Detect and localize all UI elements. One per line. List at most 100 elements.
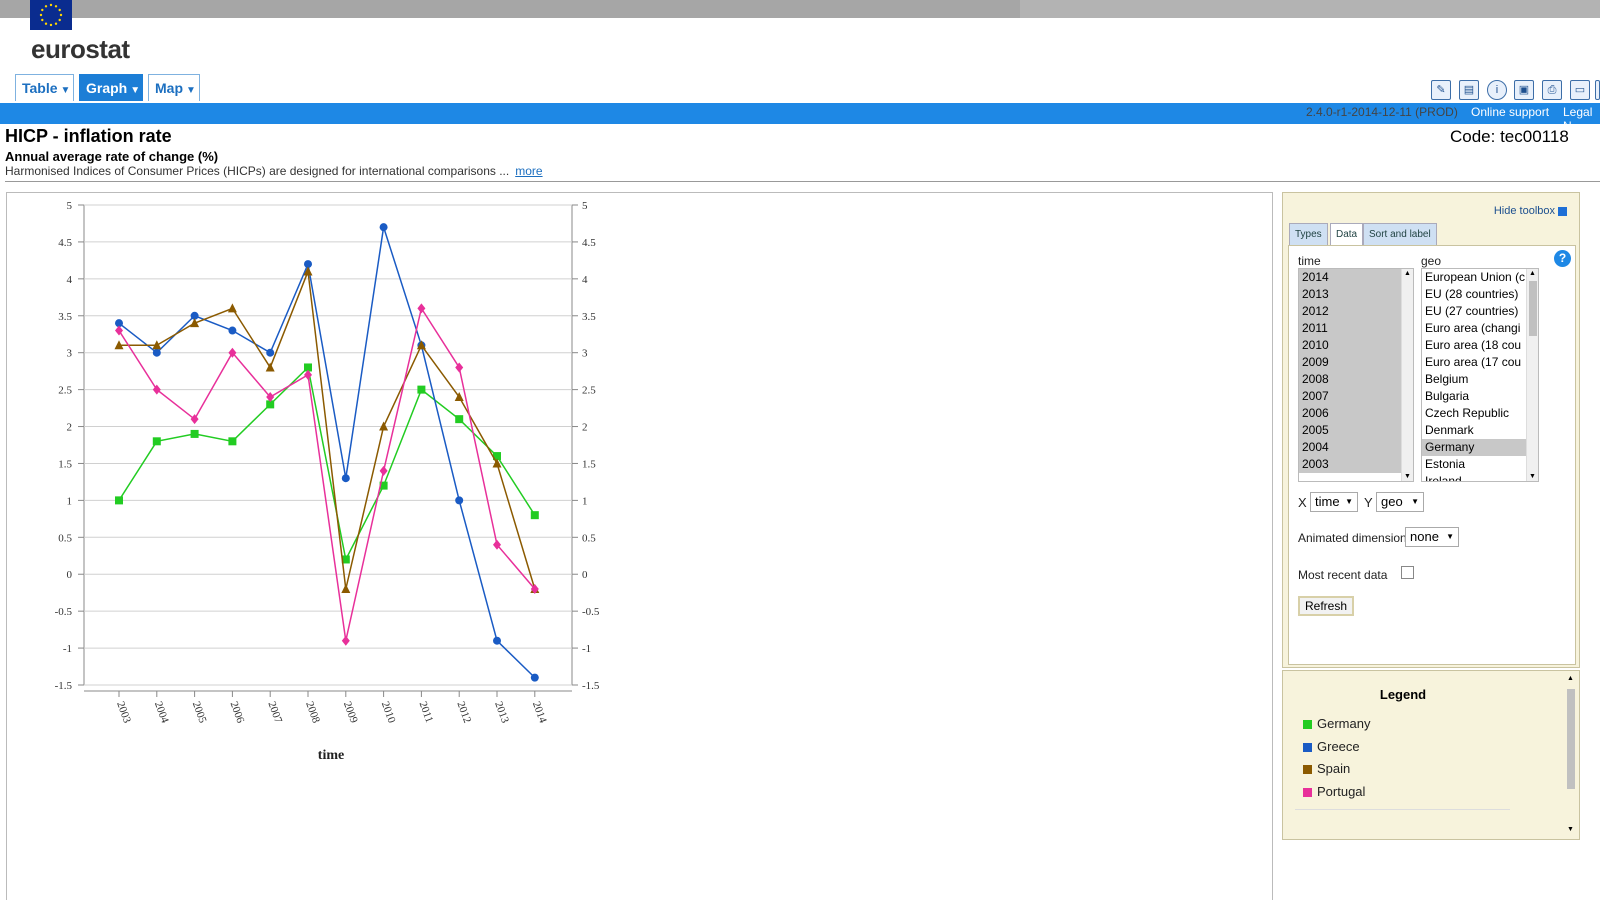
more-link[interactable]: more (515, 164, 542, 178)
time-item[interactable]: 2005 (1299, 422, 1401, 439)
legend-item: Greece (1303, 739, 1360, 754)
y-tick-label-left: 2 (67, 422, 73, 434)
chart-panel: 5 5 4.5 4.5 4 4 3.5 3.5 3 3 2.5 2.5 2 2 1.5 1.5 1 1 0.5 0.5… (6, 192, 1273, 900)
geo-item[interactable]: Bulgaria (1422, 388, 1526, 405)
time-item[interactable]: 2013 (1299, 286, 1401, 303)
data-point (341, 474, 350, 483)
toolbox-panel: Hide toolbox Types Data Sort and label ?… (1282, 192, 1580, 668)
data-point (455, 415, 464, 424)
legend-scroll-thumb[interactable] (1567, 689, 1575, 789)
time-scrollbar[interactable]: ▲ ▼ (1401, 269, 1413, 481)
eurostat-logo-text[interactable]: eurostat (31, 34, 130, 65)
time-listbox[interactable]: ▲ ▼ 2014 2013 2012 2011 2010 2009 2008 2007 2006… (1298, 268, 1414, 482)
time-item[interactable]: 2003 (1299, 456, 1401, 473)
save-icon[interactable]: ▣ (1514, 80, 1534, 100)
geo-item[interactable]: Belgium (1422, 371, 1526, 388)
online-support-link[interactable]: Online support (1471, 105, 1549, 119)
export-icon[interactable]: ▤ (1459, 80, 1479, 100)
dropdown-arrow-icon: ▼ (1411, 497, 1419, 506)
time-item[interactable]: 2004 (1299, 439, 1401, 456)
more-icon[interactable] (1595, 80, 1600, 100)
time-item[interactable]: 2010 (1299, 337, 1401, 354)
x-axis-select[interactable]: time ▼ (1310, 492, 1358, 512)
tab-map-label: Map (155, 80, 183, 96)
toolbox-data-pane: ? time geo ▲ ▼ 2014 2013 2012 2011 2010 2009 2… (1288, 245, 1576, 665)
geo-item[interactable]: Germany (1422, 439, 1526, 456)
time-item[interactable]: 2006 (1299, 405, 1401, 422)
geo-scroll-thumb[interactable] (1529, 281, 1537, 336)
toolbox-tab-data[interactable]: Data (1330, 223, 1364, 246)
legend-item: Portugal (1303, 784, 1365, 799)
chevron-down-icon: ▼ (60, 85, 71, 96)
x-tick-label: 2005 (190, 700, 209, 725)
geo-item[interactable]: Euro area (17 cou (1422, 354, 1526, 371)
scroll-down-icon[interactable]: ▼ (1529, 473, 1536, 480)
divider (5, 181, 1600, 182)
scroll-up-icon[interactable]: ▲ (1567, 675, 1574, 682)
x-axis-value: time (1315, 494, 1340, 509)
x-tick-label: 2004 (152, 700, 171, 725)
time-item[interactable]: 2014 (1299, 269, 1401, 286)
print-icon[interactable]: ⎙ (1542, 80, 1562, 100)
scroll-down-icon[interactable]: ▼ (1567, 826, 1574, 833)
y-tick-label-right: 1.5 (582, 458, 596, 470)
time-item[interactable]: 2009 (1299, 354, 1401, 371)
geo-item[interactable]: Estonia (1422, 456, 1526, 473)
geo-item[interactable]: Euro area (changi (1422, 320, 1526, 337)
tab-table[interactable]: Table ▼ (15, 74, 74, 101)
y-tick-label-right: 2.5 (582, 385, 596, 397)
geo-item[interactable]: Denmark (1422, 422, 1526, 439)
x-tick-label: 2008 (303, 700, 322, 725)
most-recent-data-checkbox[interactable] (1401, 566, 1414, 579)
eu-flag-logo (30, 0, 72, 30)
time-item[interactable]: 2012 (1299, 303, 1401, 320)
geo-scrollbar[interactable]: ▲ ▼ (1526, 269, 1538, 481)
geo-item[interactable]: Euro area (18 cou (1422, 337, 1526, 354)
y-axis-label: Y (1364, 495, 1373, 510)
folder-icon[interactable]: ▭ (1570, 80, 1590, 100)
y-tick-label-left: 3 (67, 348, 73, 360)
top-gray-bar-progress (0, 0, 1020, 18)
hide-toolbox-label: Hide toolbox (1493, 205, 1555, 217)
y-tick-label-left: -1 (63, 643, 72, 655)
description-text: Harmonised Indices of Consumer Prices (H… (5, 164, 510, 178)
y-tick-label-right: 1 (582, 495, 588, 507)
toolbox-tab-sort-and-label[interactable]: Sort and label (1363, 223, 1437, 246)
scroll-up-icon[interactable]: ▲ (1529, 270, 1536, 277)
help-icon[interactable]: ? (1554, 250, 1571, 267)
y-tick-label-left: 5 (67, 200, 73, 212)
toolbox-tab-types[interactable]: Types (1289, 223, 1328, 246)
geo-item[interactable]: Czech Republic (1422, 405, 1526, 422)
scroll-up-icon[interactable]: ▲ (1404, 270, 1411, 277)
tab-graph[interactable]: Graph ▼ (79, 74, 143, 101)
geo-listbox[interactable]: ▲ ▼ European Union (c EU (28 countries) EU… (1421, 268, 1539, 482)
animated-dimension-label: Animated dimension (1298, 531, 1407, 545)
minus-icon (1558, 206, 1567, 216)
geo-item[interactable]: European Union (c (1422, 269, 1526, 286)
edit-icon[interactable]: ✎ (1431, 80, 1451, 100)
refresh-button[interactable]: Refresh (1298, 596, 1355, 616)
hide-toolbox-button[interactable]: Hide toolbox (1494, 205, 1567, 217)
dropdown-arrow-icon: ▼ (1446, 532, 1454, 541)
scroll-down-icon[interactable]: ▼ (1404, 473, 1411, 480)
geo-item[interactable]: Ireland (1422, 473, 1526, 481)
legend-swatch (1303, 765, 1312, 775)
x-tick-label: 2013 (492, 700, 511, 725)
tab-map[interactable]: Map ▼ (148, 74, 200, 101)
y-tick-label-right: -1 (582, 643, 591, 655)
geo-item[interactable]: EU (28 countries) (1422, 286, 1526, 303)
legend-scrollbar[interactable]: ▲ ▼ (1566, 675, 1576, 833)
animated-dimension-select[interactable]: none ▼ (1405, 527, 1459, 547)
data-point (266, 348, 275, 357)
info-icon[interactable]: i (1487, 80, 1507, 100)
dataset-code: Code: tec00118 (1450, 127, 1569, 146)
time-item[interactable]: 2007 (1299, 388, 1401, 405)
time-item[interactable]: 2011 (1299, 320, 1401, 337)
geo-item[interactable]: EU (27 countries) (1422, 303, 1526, 320)
y-tick-label-left: 4.5 (58, 237, 72, 249)
chevron-down-icon: ▼ (186, 85, 196, 96)
x-tick-label: 2003 (114, 700, 133, 725)
legend-swatch (1303, 787, 1312, 797)
y-axis-select[interactable]: geo ▼ (1376, 492, 1424, 512)
time-item[interactable]: 2008 (1299, 371, 1401, 388)
